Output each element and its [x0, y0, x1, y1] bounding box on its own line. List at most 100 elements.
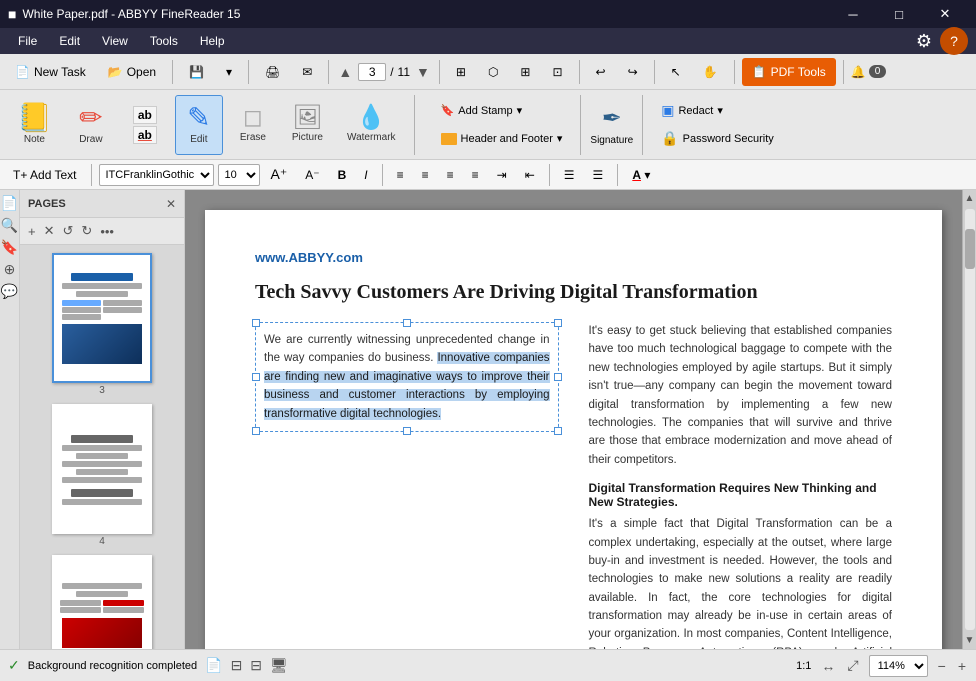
- signature-icon[interactable]: ✒: [602, 104, 622, 133]
- save-button[interactable]: 💾: [180, 58, 213, 86]
- bold-button[interactable]: B: [331, 165, 354, 185]
- font-color-button[interactable]: A ▾: [625, 165, 657, 185]
- right-scrollbar[interactable]: ▲ ▼: [962, 190, 976, 649]
- panel-close-icon[interactable]: ✕: [166, 197, 176, 211]
- status-monitor-icon[interactable]: 🖥: [270, 657, 288, 674]
- text-selection-box[interactable]: We are currently witnessing unprecedente…: [255, 322, 559, 432]
- status-split-h-icon[interactable]: ⊟: [231, 657, 243, 674]
- scroll-track[interactable]: [965, 209, 975, 630]
- ab-highlight-button[interactable]: ab ab: [121, 95, 169, 155]
- open-button[interactable]: 📂 Open: [99, 58, 165, 86]
- scroll-down-arrow[interactable]: ▼: [962, 632, 976, 649]
- nav-layers-icon[interactable]: ⊕: [1, 260, 19, 278]
- minimize-button[interactable]: ─: [830, 0, 876, 28]
- redo-button[interactable]: ↪: [619, 58, 647, 86]
- scroll-up-arrow[interactable]: ▲: [962, 190, 976, 207]
- pdf-tools-button[interactable]: 📋 PDF Tools: [742, 58, 836, 86]
- panel-more-icon[interactable]: •••: [98, 222, 116, 241]
- export-button[interactable]: ⬡: [479, 58, 507, 86]
- crop-button[interactable]: ⊞: [511, 58, 539, 86]
- gear-icon[interactable]: ⚙: [916, 31, 932, 52]
- handle-ml[interactable]: [252, 373, 260, 381]
- align-left-button[interactable]: ≡: [390, 165, 411, 185]
- menu-help[interactable]: Help: [190, 31, 235, 51]
- add-text-button[interactable]: T+ Add Text: [6, 165, 84, 185]
- handle-tm[interactable]: [403, 319, 411, 327]
- erase-tool-button[interactable]: ◻ Erase: [229, 95, 277, 155]
- font-size-decrease-button[interactable]: A⁻: [298, 165, 326, 185]
- save-options-button[interactable]: ▾: [217, 58, 241, 86]
- new-task-button[interactable]: 📄 New Task: [6, 58, 95, 86]
- edit-tool-button[interactable]: ✎ Edit: [175, 95, 223, 155]
- align-justify-button[interactable]: ≡: [465, 165, 486, 185]
- handle-br[interactable]: [554, 427, 562, 435]
- handle-bl[interactable]: [252, 427, 260, 435]
- maximize-button[interactable]: □: [876, 0, 922, 28]
- zoom-select[interactable]: 114% 50% 75% 100% 125% 150% 200%: [869, 655, 928, 677]
- titlebar-controls[interactable]: ─ □ ✕: [830, 0, 968, 28]
- handle-tl[interactable]: [252, 319, 260, 327]
- menu-edit[interactable]: Edit: [49, 31, 90, 51]
- thumbnail-page-4[interactable]: 4: [24, 404, 180, 547]
- handle-tr[interactable]: [554, 319, 562, 327]
- page-down-arrow[interactable]: ▼: [414, 62, 432, 82]
- panel-add-page-icon[interactable]: +: [26, 222, 38, 241]
- page-number-input[interactable]: [358, 63, 386, 81]
- draw-tool-button[interactable]: ✏ Draw: [67, 95, 115, 155]
- header-footer-button[interactable]: Header and Footer ▾: [432, 127, 572, 151]
- font-name-select[interactable]: ITCFranklinGothic: [99, 164, 214, 186]
- picture-label: Picture: [292, 132, 323, 143]
- numlist-button[interactable]: ☰: [586, 165, 611, 185]
- align-right-button[interactable]: ≡: [440, 165, 461, 185]
- nav-comments-icon[interactable]: 💬: [1, 282, 19, 300]
- nav-pages-icon[interactable]: 📄: [1, 194, 19, 212]
- note-tool-button[interactable]: 📒 Note: [8, 95, 61, 155]
- outdent-button[interactable]: ⇤: [518, 165, 542, 185]
- handle-bm[interactable]: [403, 427, 411, 435]
- align-center-button[interactable]: ≡: [415, 165, 436, 185]
- fit-page-button[interactable]: ⤢: [845, 655, 860, 676]
- font-size-select[interactable]: 10 89111214: [218, 164, 260, 186]
- ocr-button[interactable]: ⊞: [447, 58, 475, 86]
- redact-button[interactable]: ▣ Redact ▾: [652, 99, 783, 123]
- page-up-arrow[interactable]: ▲: [336, 62, 354, 82]
- italic-button[interactable]: I: [357, 165, 374, 185]
- page-total: 11: [398, 65, 410, 79]
- email-button[interactable]: ✉: [293, 58, 321, 86]
- handle-mr[interactable]: [554, 373, 562, 381]
- scanner-button[interactable]: ⊡: [543, 58, 571, 86]
- pan-button[interactable]: ✋: [694, 58, 727, 86]
- notification-icon[interactable]: 🔔: [851, 65, 866, 79]
- thumbnails-area[interactable]: 3 4: [20, 245, 184, 649]
- close-button[interactable]: ✕: [922, 0, 968, 28]
- status-split-v-icon[interactable]: ⊟: [250, 657, 262, 674]
- add-stamp-button[interactable]: 🔖 Add Stamp ▾: [432, 99, 572, 123]
- thumbnail-page-3[interactable]: 3: [24, 253, 180, 396]
- status-page-icon[interactable]: 📄: [205, 657, 222, 674]
- zoom-in-button[interactable]: +: [956, 656, 968, 676]
- menu-file[interactable]: File: [8, 31, 47, 51]
- fit-width-button[interactable]: ↔: [819, 656, 837, 676]
- panel-rotate-left-icon[interactable]: ↺: [61, 221, 76, 241]
- thumbnail-page-5[interactable]: 5: [24, 555, 180, 649]
- password-security-button[interactable]: 🔒 Password Security: [652, 127, 783, 151]
- help-icon[interactable]: ?: [940, 27, 968, 55]
- panel-delete-page-icon[interactable]: ✕: [42, 221, 57, 241]
- panel-rotate-right-icon[interactable]: ↻: [79, 221, 94, 241]
- scroll-thumb[interactable]: [965, 229, 975, 269]
- font-size-increase-button[interactable]: A⁺: [264, 163, 295, 186]
- window-title: White Paper.pdf - ABBYY FineReader 15: [22, 7, 240, 21]
- menu-view[interactable]: View: [92, 31, 138, 51]
- watermark-tool-button[interactable]: 💧 Watermark: [338, 95, 405, 155]
- cursor-button[interactable]: ↖: [662, 58, 690, 86]
- nav-bookmark-icon[interactable]: 🔖: [1, 238, 19, 256]
- content-area[interactable]: www.ABBYY.com Tech Savvy Customers Are D…: [185, 190, 962, 649]
- picture-tool-button[interactable]: 🖼 Picture: [283, 95, 332, 155]
- undo-button[interactable]: ↩: [587, 58, 615, 86]
- nav-search-icon[interactable]: 🔍: [1, 216, 19, 234]
- indent-button[interactable]: ⇥: [490, 165, 514, 185]
- zoom-out-button[interactable]: −: [936, 656, 948, 676]
- print-button[interactable]: 🖨: [256, 58, 289, 86]
- menu-tools[interactable]: Tools: [140, 31, 188, 51]
- list-button[interactable]: ☰: [557, 165, 582, 185]
